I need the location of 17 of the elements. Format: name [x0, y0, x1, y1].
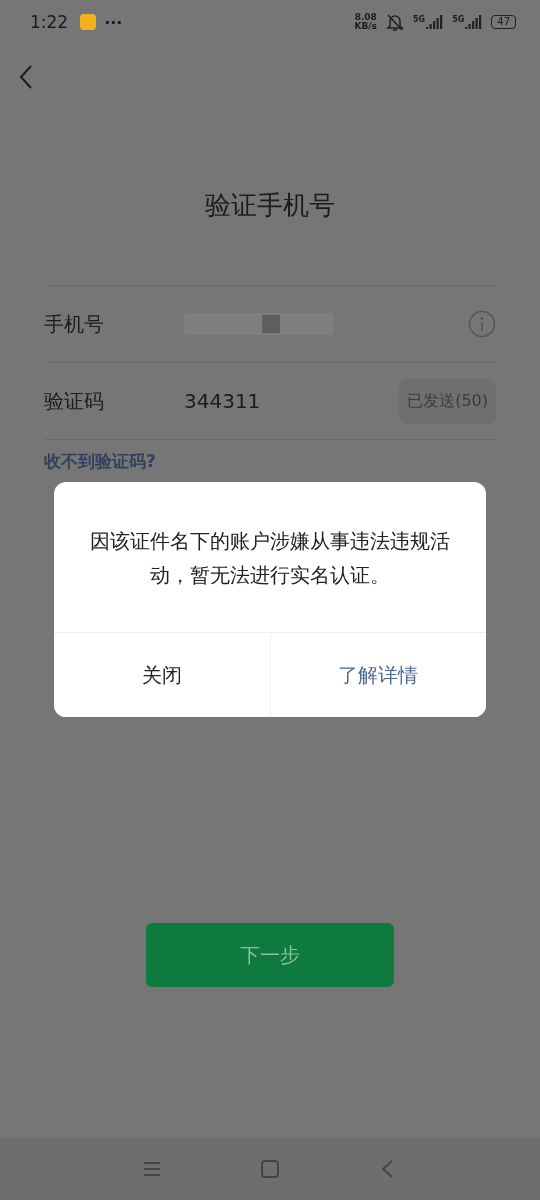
battery-indicator: 47: [491, 15, 516, 29]
details-button[interactable]: 了解详情: [269, 633, 486, 717]
app-notification-icon: [80, 14, 97, 30]
help-link[interactable]: 收不到验证码?: [44, 450, 496, 473]
page-title: 验证手机号: [204, 189, 336, 222]
code-label: 验证码: [44, 387, 105, 415]
more-notifications: ···: [104, 12, 123, 32]
muted-bell-icon: [385, 12, 405, 32]
info-icon[interactable]: [468, 310, 496, 338]
code-input[interactable]: 344311: [184, 389, 261, 413]
home-icon[interactable]: [259, 1158, 281, 1180]
phone-label: 手机号: [44, 310, 105, 338]
clock: 1:22: [30, 12, 69, 32]
network-speed-value: 8.08: [354, 13, 377, 22]
next-button[interactable]: 下一步: [146, 923, 394, 987]
dialog-message: 因该证件名下的账户涉嫌从事违法违规活动，暂无法进行实名认证。: [89, 528, 451, 589]
network-speed-unit: KB/s: [354, 22, 377, 31]
